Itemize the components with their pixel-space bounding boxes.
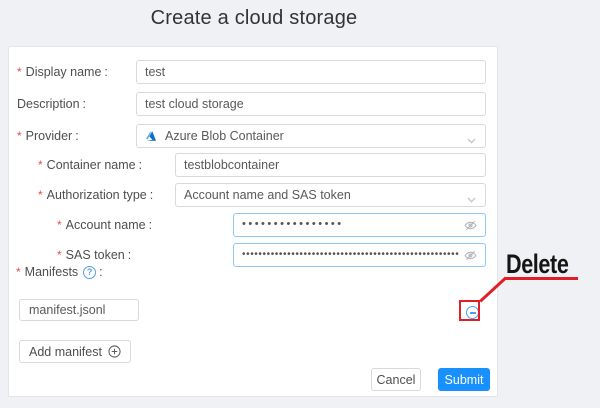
required-asterisk: * — [38, 188, 43, 202]
delete-annotation-label: Delete — [506, 249, 568, 280]
container-name-input[interactable]: testblobcontainer — [175, 153, 486, 177]
description-label: Description : — [17, 92, 86, 116]
description-input[interactable]: test cloud storage — [136, 92, 486, 116]
required-asterisk: * — [17, 65, 22, 79]
cancel-button[interactable]: Cancel — [371, 368, 421, 391]
chevron-down-icon — [467, 133, 476, 147]
sas-token-password-input[interactable]: ••••••••••••••••••••••••••••••••••••••••… — [233, 243, 486, 267]
azure-logo-icon — [145, 130, 157, 142]
plus-circle-icon — [108, 345, 121, 358]
field-row-provider: * Provider : Azure Blob Container — [9, 124, 497, 148]
chevron-down-icon — [467, 192, 476, 206]
required-asterisk: * — [17, 129, 22, 143]
required-asterisk: * — [16, 265, 21, 279]
field-row-authorization-type: * Authorization type : Account name and … — [9, 183, 497, 207]
submit-button[interactable]: Submit — [438, 368, 490, 391]
account-name-label: * Account name : — [57, 213, 152, 237]
help-question-circle-icon[interactable]: ? — [83, 266, 96, 279]
create-cloud-storage-dialog: Create a cloud storage * Display name : … — [0, 0, 600, 408]
required-asterisk: * — [38, 158, 43, 172]
page-title: Create a cloud storage — [0, 7, 508, 30]
annotation-highlight-box — [459, 300, 480, 321]
eye-invisible-icon[interactable] — [464, 219, 477, 235]
field-row-account-name: * Account name : •••••••••••••••• — [9, 213, 497, 237]
required-asterisk: * — [57, 218, 62, 232]
add-manifest-button[interactable]: Add manifest — [19, 340, 131, 363]
masked-value: •••••••••••••••• — [242, 218, 344, 230]
display-name-input[interactable]: test — [136, 60, 486, 84]
provider-select[interactable]: Azure Blob Container — [136, 124, 486, 148]
authorization-type-select[interactable]: Account name and SAS token — [175, 183, 486, 207]
container-name-label: * Container name : — [38, 153, 142, 177]
masked-value: ••••••••••••••••••••••••••••••••••••••••… — [242, 249, 459, 260]
field-row-display-name: * Display name : test — [9, 60, 497, 84]
authorization-type-label: * Authorization type : — [38, 183, 153, 207]
field-row-container-name: * Container name : testblobcontainer — [9, 153, 497, 177]
display-name-label: * Display name : — [17, 60, 108, 84]
annotation-underline — [505, 277, 578, 280]
account-name-password-input[interactable]: •••••••••••••••• — [233, 213, 486, 237]
manifests-label: * Manifests ? : — [16, 263, 103, 281]
manifest-file-input[interactable]: manifest.jsonl — [19, 299, 139, 321]
provider-label: * Provider : — [17, 124, 79, 148]
field-row-description: Description : test cloud storage — [9, 92, 497, 116]
required-asterisk: * — [57, 248, 62, 262]
form-panel: * Display name : test Description : test… — [8, 46, 498, 397]
eye-invisible-icon[interactable] — [464, 249, 477, 265]
